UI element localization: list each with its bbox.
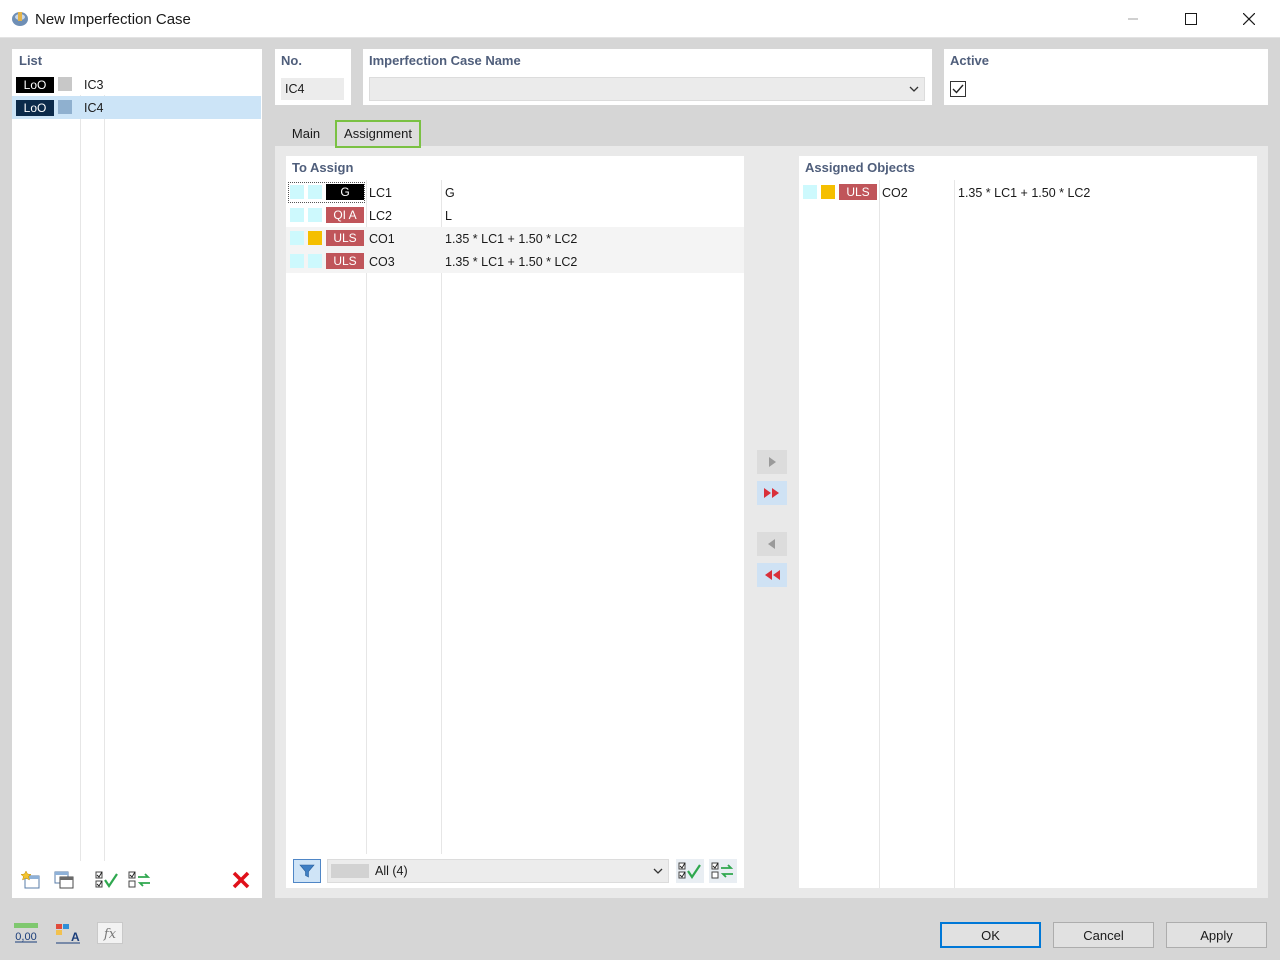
double-arrow-right-icon [764,488,779,498]
table-row[interactable]: ULS CO1 1.35 * LC1 + 1.50 * LC2 [286,227,744,250]
list-item-tag: LoO [16,77,54,93]
list-item-name: IC3 [84,78,104,92]
row-color-swatch [308,254,322,268]
number-panel: No. IC4 [275,49,351,105]
row-color-swatch [821,185,835,199]
cancel-button[interactable]: Cancel [1053,922,1154,948]
window-title: New Imperfection Case [35,11,191,28]
close-button[interactable] [1220,0,1278,38]
row-color-swatch [803,185,817,199]
name-combobox[interactable] [369,77,925,101]
maximize-button[interactable] [1162,0,1220,38]
number-field[interactable]: IC4 [281,78,344,100]
table-row[interactable]: ULS CO2 1.35 * LC1 + 1.50 * LC2 [799,181,1257,204]
row-id: CO3 [369,255,395,269]
title-bar: New Imperfection Case [0,0,1280,38]
row-description: L [445,209,452,223]
chevron-down-icon[interactable] [908,83,920,98]
table-row[interactable]: G LC1 G [286,181,744,204]
toggle-check-icon[interactable] [126,868,154,892]
table-row[interactable]: ULS CO3 1.35 * LC1 + 1.50 * LC2 [286,250,744,273]
copy-item-icon[interactable] [50,868,78,892]
active-checkbox[interactable] [950,81,966,97]
checkmark-icon [952,84,964,94]
row-id: CO1 [369,232,395,246]
new-item-icon[interactable] [18,868,46,892]
name-panel: Imperfection Case Name [363,49,932,105]
arrow-left-icon [768,539,775,549]
row-id: LC2 [369,209,392,223]
row-id: LC1 [369,186,392,200]
row-description: 1.35 * LC1 + 1.50 * LC2 [445,232,578,246]
row-id: CO2 [882,186,908,200]
double-arrow-left-icon [765,570,780,580]
list-item-color-swatch [58,77,72,91]
active-panel: Active [944,49,1268,105]
table-row[interactable]: QI A LC2 L [286,204,744,227]
chevron-down-icon[interactable] [652,865,664,880]
to-assign-title: To Assign [292,160,354,175]
assign-all-button[interactable] [757,481,787,505]
tab-main[interactable]: Main [282,122,330,146]
focus-outline [288,182,365,203]
assigned-objects-title: Assigned Objects [805,160,915,175]
filter-select[interactable]: All (4) [327,859,669,883]
list-item-color-swatch [58,100,72,114]
list-item-ic4[interactable]: LoO IC4 [12,96,261,119]
row-color-swatch [308,231,322,245]
text-format-icon[interactable]: A [54,921,82,945]
row-badge: ULS [839,184,877,200]
to-assign-panel: To Assign G LC1 G QI A LC2 L ULS CO1 1.3… [286,156,744,888]
row-badge: ULS [326,230,364,246]
filter-color-swatch [331,864,369,878]
check-all-icon[interactable] [676,859,704,883]
unassign-all-button[interactable] [757,563,787,587]
row-description: 1.35 * LC1 + 1.50 * LC2 [445,255,578,269]
ok-button[interactable]: OK [940,922,1041,948]
arrow-right-icon [769,457,776,467]
units-icon[interactable]: 0,00 [12,921,40,945]
row-badge: QI A [326,207,364,223]
row-color-swatch [290,254,304,268]
unassign-selected-button[interactable] [757,532,787,556]
filter-button[interactable] [293,859,321,883]
svg-text:fx: fx [103,927,117,942]
formula-icon[interactable]: fx [96,921,124,945]
list-panel: List LoO IC3 LoO IC4 [12,49,262,898]
row-description: 1.35 * LC1 + 1.50 * LC2 [958,186,1091,200]
tab-assignment[interactable]: Assignment [335,120,421,148]
delete-icon[interactable] [227,868,255,892]
row-color-swatch [290,231,304,245]
active-label: Active [950,53,990,68]
list-item-tag: LoO [16,100,54,116]
row-color-swatch [308,208,322,222]
filter-icon [299,864,315,878]
filter-value: All (4) [375,864,408,878]
name-label: Imperfection Case Name [369,53,521,68]
row-color-swatch [290,208,304,222]
app-icon [10,9,30,29]
units-label: 0,00 [15,931,36,943]
minimize-button[interactable] [1104,0,1162,38]
row-badge: ULS [326,253,364,269]
list-title: List [19,53,43,68]
assigned-objects-panel: Assigned Objects ULS CO2 1.35 * LC1 + 1.… [799,156,1257,888]
row-description: G [445,186,455,200]
list-item-name: IC4 [84,101,104,115]
assign-selected-button[interactable] [757,450,787,474]
number-label: No. [281,53,302,68]
svg-text:A: A [71,930,80,944]
toggle-check-icon[interactable] [709,859,737,883]
apply-button[interactable]: Apply [1166,922,1267,948]
check-all-icon[interactable] [93,868,121,892]
list-item-ic3[interactable]: LoO IC3 [12,73,261,96]
